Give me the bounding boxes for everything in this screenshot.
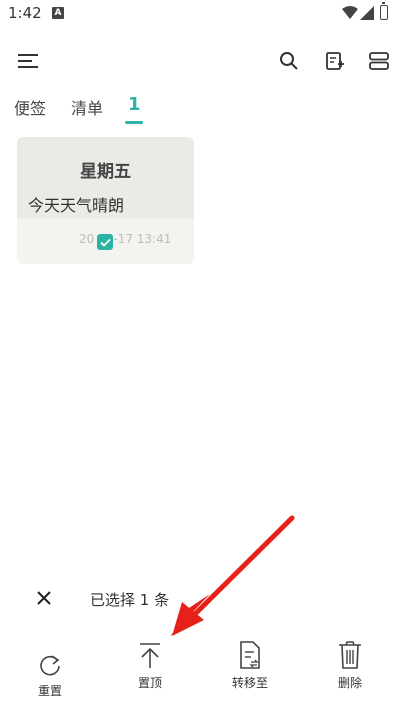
layout-toggle-button[interactable] — [365, 47, 393, 75]
move-to-button[interactable]: 转移至 — [210, 640, 290, 691]
move-to-label: 转移至 — [231, 676, 268, 690]
pin-top-button[interactable]: 置顶 — [110, 640, 190, 691]
tab-notes[interactable]: 便签 — [14, 95, 46, 119]
tab-folder-1[interactable]: 1 — [128, 94, 141, 115]
status-bar: 1:42 A — [0, 0, 400, 28]
reset-button[interactable]: 重置 — [10, 640, 90, 699]
active-tab-indicator — [125, 121, 143, 124]
view-toggle-icon — [369, 52, 389, 70]
close-icon — [37, 591, 51, 605]
pin-top-label: 置顶 — [137, 676, 162, 690]
note-date: 20 04-17 13:41 — [79, 232, 172, 246]
annotation-arrow-icon — [170, 515, 295, 636]
delete-button[interactable]: 删除 — [310, 640, 390, 691]
selection-count: 已选择 1 条 — [90, 591, 170, 609]
tab-checklist[interactable]: 清单 — [71, 95, 103, 119]
add-note-icon — [326, 52, 344, 70]
pin-top-icon — [140, 643, 160, 668]
notification-icon: A — [52, 7, 64, 19]
signal-icon — [360, 6, 374, 20]
menu-button[interactable] — [14, 47, 42, 75]
note-title: 星期五 — [80, 162, 131, 182]
trash-icon — [339, 641, 361, 669]
reset-label: 重置 — [37, 684, 62, 698]
note-selected-checkbox[interactable] — [97, 234, 113, 250]
refresh-icon — [40, 655, 60, 676]
hamburger-icon — [18, 54, 38, 68]
cancel-selection-button[interactable] — [33, 587, 55, 609]
battery-icon — [380, 2, 388, 20]
search-icon — [280, 52, 298, 70]
move-to-icon — [240, 641, 260, 669]
status-time: 1:42 — [8, 4, 42, 22]
search-button[interactable] — [275, 47, 303, 75]
delete-label: 删除 — [337, 676, 362, 690]
check-icon — [99, 238, 111, 247]
note-body: 今天天气晴朗 — [28, 196, 125, 215]
new-note-button[interactable] — [320, 47, 348, 75]
wifi-icon — [342, 6, 358, 19]
note-card[interactable]: 星期五 今天天气晴朗 20 04-17 13:41 — [17, 137, 194, 264]
